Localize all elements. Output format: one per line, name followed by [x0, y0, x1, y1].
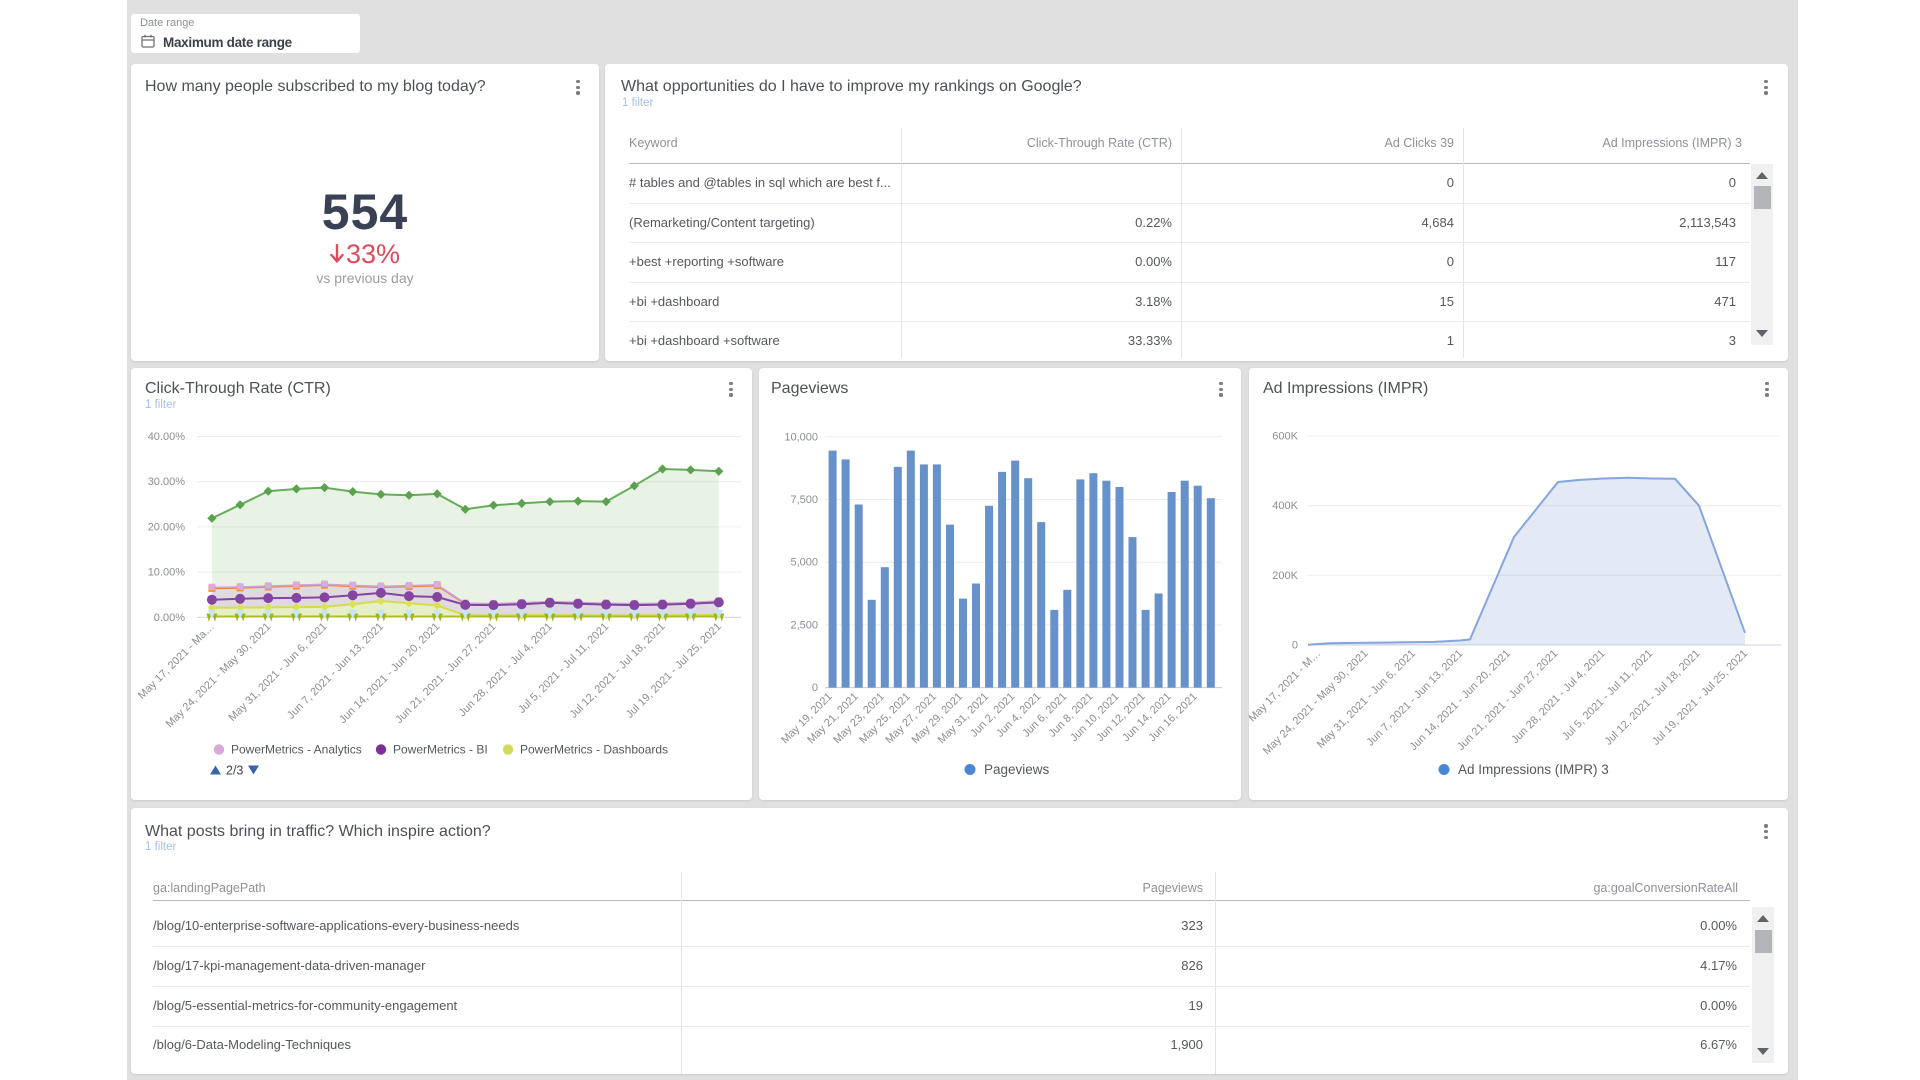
svg-text:PowerMetrics - BI: PowerMetrics - BI — [393, 743, 488, 757]
svg-text:PowerMetrics - Dashboards: PowerMetrics - Dashboards — [520, 743, 668, 757]
svg-text:0: 0 — [812, 682, 818, 694]
svg-text:30.00%: 30.00% — [148, 476, 186, 488]
svg-text:Ad Impressions (IMPR) 3: Ad Impressions (IMPR) 3 — [1458, 762, 1609, 777]
svg-text:Jul 12, 2021 - Jul 18, 2021: Jul 12, 2021 - Jul 18, 2021 — [1602, 648, 1702, 748]
svg-text:40.00%: 40.00% — [148, 431, 186, 443]
svg-text:7,500: 7,500 — [790, 494, 818, 506]
svg-text:Jun 28, 2021 - Jul 4, 2021: Jun 28, 2021 - Jul 4, 2021 — [1509, 648, 1607, 746]
svg-text:Pageviews: Pageviews — [984, 762, 1050, 777]
svg-text:May 31, 2021 - Jun 6, 2021: May 31, 2021 - Jun 6, 2021 — [1315, 648, 1418, 751]
svg-text:Jul 5, 2021 - Jul 11, 2021: Jul 5, 2021 - Jul 11, 2021 — [516, 621, 611, 716]
svg-text:600K: 600K — [1272, 431, 1298, 443]
svg-text:Jul 19, 2021 - Jul 25, 2021: Jul 19, 2021 - Jul 25, 2021 — [624, 621, 724, 721]
svg-text:200K: 200K — [1272, 570, 1298, 582]
svg-text:10,000: 10,000 — [784, 431, 818, 443]
svg-text:10.00%: 10.00% — [148, 567, 186, 579]
svg-text:Jun 14, 2021 - Jun 20, 2021: Jun 14, 2021 - Jun 20, 2021 — [1408, 648, 1513, 753]
svg-text:Jun 21, 2021 - Jun 27, 2021: Jun 21, 2021 - Jun 27, 2021 — [1455, 648, 1560, 753]
svg-text:PowerMetrics - Analytics: PowerMetrics - Analytics — [231, 743, 362, 757]
svg-text:5,000: 5,000 — [790, 557, 818, 569]
svg-text:Jun 14, 2021 - Jun 20, 2021: Jun 14, 2021 - Jun 20, 2021 — [337, 621, 442, 726]
svg-text:Jul 5, 2021 - Jul 11, 2021: Jul 5, 2021 - Jul 11, 2021 — [1560, 648, 1655, 743]
svg-text:400K: 400K — [1272, 500, 1298, 512]
svg-text:Jun 7, 2021 - Jun 13, 2021: Jun 7, 2021 - Jun 13, 2021 — [1364, 648, 1465, 749]
svg-text:May 31, 2021 - Jun 6, 2021: May 31, 2021 - Jun 6, 2021 — [226, 621, 329, 724]
svg-text:0.00%: 0.00% — [154, 612, 185, 624]
svg-text:May 24, 2021 - May 30, 2021: May 24, 2021 - May 30, 2021 — [164, 621, 274, 731]
svg-text:Jul 12, 2021 - Jul 18, 2021: Jul 12, 2021 - Jul 18, 2021 — [567, 621, 667, 721]
svg-text:Jun 7, 2021 - Jun 13, 2021: Jun 7, 2021 - Jun 13, 2021 — [285, 621, 386, 722]
svg-text:0: 0 — [1292, 640, 1298, 652]
svg-text:Jul 19, 2021 - Jul 25, 2021: Jul 19, 2021 - Jul 25, 2021 — [1650, 648, 1750, 748]
svg-text:20.00%: 20.00% — [148, 521, 186, 533]
svg-text:2,500: 2,500 — [790, 619, 818, 631]
svg-text:Jun 28, 2021 - Jul 4, 2021: Jun 28, 2021 - Jul 4, 2021 — [456, 621, 554, 719]
svg-text:Jun 21, 2021 - Jun 27, 2021: Jun 21, 2021 - Jun 27, 2021 — [393, 621, 498, 726]
svg-text:2/3: 2/3 — [226, 764, 243, 778]
